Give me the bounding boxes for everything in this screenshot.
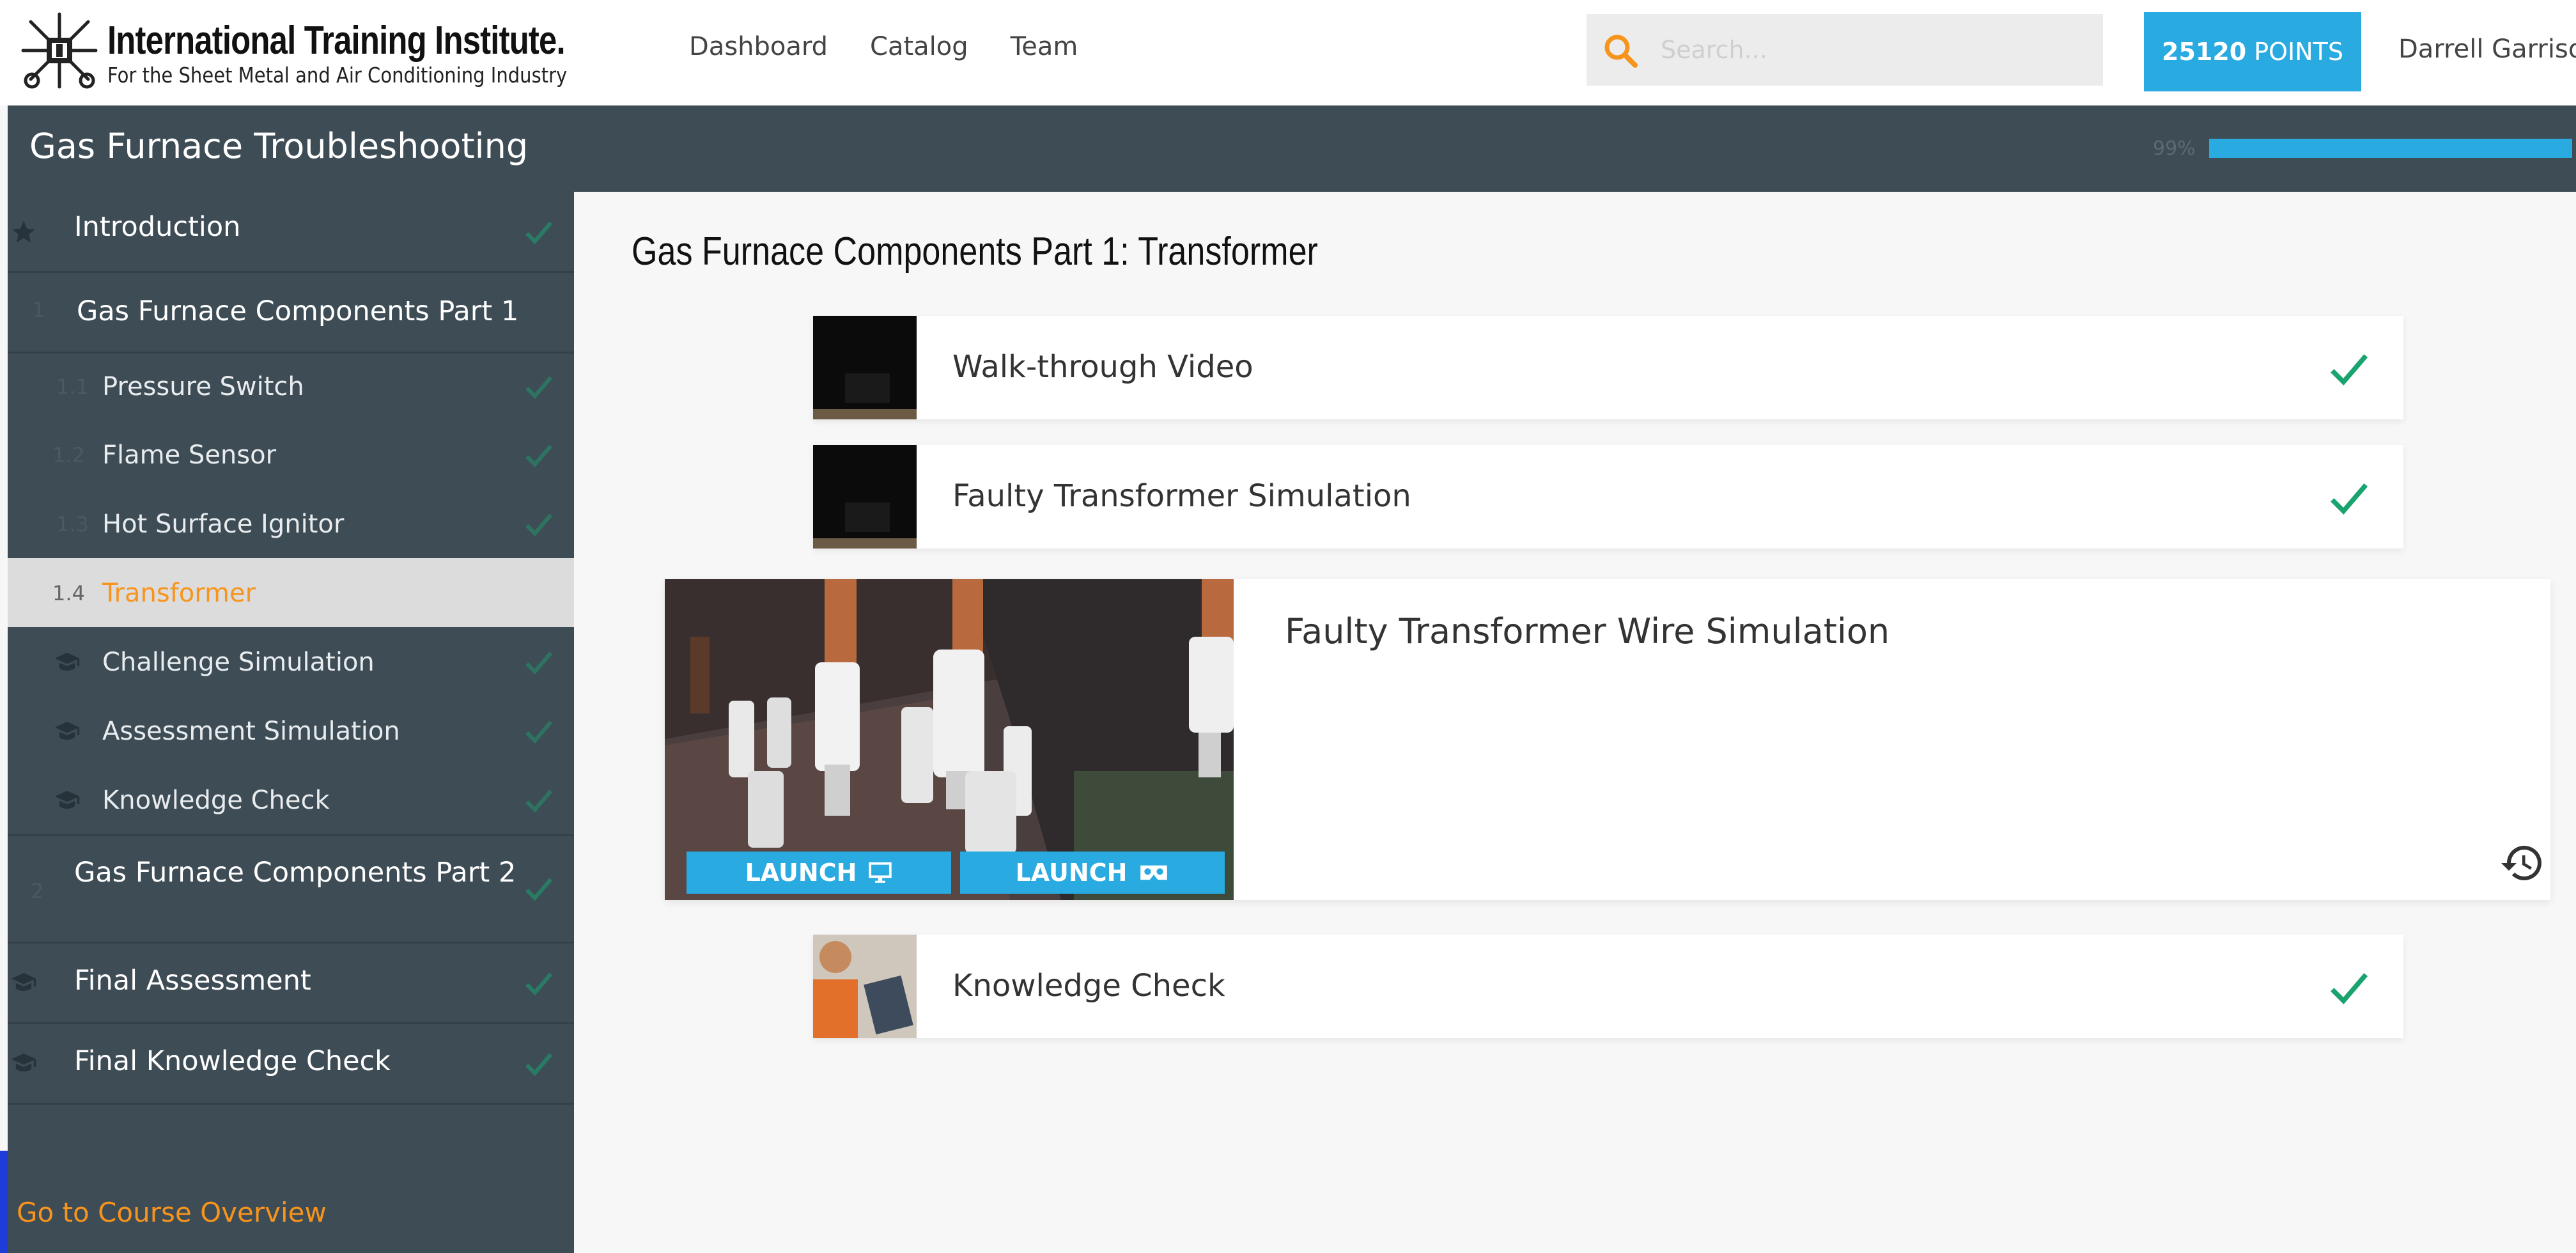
- activity-card-knowledge-check[interactable]: Knowledge Check: [813, 935, 2403, 1038]
- course-title: Gas Furnace Troubleshooting: [29, 126, 529, 166]
- sidebar-item-label: Knowledge Check: [102, 786, 330, 815]
- sidebar-item-pressure-switch[interactable]: 1.1 Pressure Switch: [8, 352, 574, 420]
- checkmark-icon: [525, 221, 553, 245]
- sidebar-item-label: Challenge Simulation: [102, 648, 375, 677]
- sidebar-item-challenge-simulation[interactable]: Challenge Simulation: [8, 627, 574, 696]
- module-number: 1: [32, 298, 45, 322]
- main-nav: Dashboard Catalog Team: [689, 32, 1078, 61]
- launch-vr-label: LAUNCH: [1015, 859, 1128, 887]
- points-badge[interactable]: 25120 POINTS: [2144, 12, 2361, 91]
- activity-card-faulty-transformer-wire-simulation[interactable]: LAUNCH LAUNCH Faulty Transformer Wire Si…: [665, 579, 2550, 900]
- graduation-cap-icon: [11, 1054, 36, 1071]
- sidebar-item-final-assessment[interactable]: Final Assessment: [8, 942, 574, 1024]
- iti-logo[interactable]: International Training Institute. For th…: [18, 9, 580, 92]
- sidebar-item-knowledge-check[interactable]: Knowledge Check: [8, 765, 574, 836]
- sidebar-item-hot-surface-ignitor[interactable]: 1.3 Hot Surface Ignitor: [8, 489, 574, 558]
- progress-bar: [2209, 139, 2576, 158]
- points-label: POINTS: [2254, 38, 2343, 66]
- course-overview-link[interactable]: Go to Course Overview: [17, 1197, 327, 1228]
- checkmark-icon: [525, 444, 553, 468]
- checkmark-icon: [525, 878, 553, 901]
- checkmark-icon: [2331, 483, 2368, 515]
- checkmark-icon: [525, 513, 553, 537]
- sidebar-item-introduction[interactable]: Introduction: [8, 192, 574, 273]
- history-icon[interactable]: [2499, 840, 2545, 886]
- sidebar-item-part-1[interactable]: 1 Gas Furnace Components Part 1: [8, 271, 574, 354]
- checkmark-icon: [2331, 973, 2368, 1004]
- checkmark-icon: [525, 651, 553, 675]
- activity-thumbnail: [813, 316, 917, 419]
- sidebar-item-label: Gas Furnace Components Part 1: [77, 295, 519, 327]
- activity-title: Faulty Transformer Wire Simulation: [1285, 611, 1890, 651]
- search-icon[interactable]: [1602, 32, 1640, 70]
- user-menu[interactable]: Darrell Garrison: [2398, 35, 2576, 64]
- activity-title: Faulty Transformer Simulation: [952, 478, 1411, 514]
- logo-title: International Training Institute.: [107, 19, 566, 63]
- activity-card-walkthrough-video[interactable]: Walk-through Video: [813, 316, 2403, 419]
- nav-team[interactable]: Team: [1011, 32, 1078, 61]
- launch-desktop-button[interactable]: LAUNCH: [687, 852, 951, 894]
- sidebar-item-label: Final Assessment: [74, 965, 311, 997]
- activity-thumbnail: [813, 445, 917, 549]
- activity-thumbnail: [813, 935, 917, 1038]
- checkmark-icon: [525, 376, 553, 400]
- launch-vr-button[interactable]: LAUNCH: [960, 852, 1225, 894]
- sidebar-item-part-2[interactable]: 2 Gas Furnace Components Part 2: [8, 834, 574, 944]
- sidebar-item-label: Transformer: [102, 579, 256, 608]
- checkmark-icon: [525, 790, 553, 813]
- checkmark-icon: [2331, 354, 2368, 385]
- graduation-cap-icon: [54, 722, 80, 740]
- sidebar-item-label: Final Knowledge Check: [74, 1045, 391, 1077]
- nav-dashboard[interactable]: Dashboard: [689, 32, 828, 61]
- course-sidebar: Introduction 1 Gas Furnace Components Pa…: [8, 192, 574, 1253]
- sidebar-item-label: Pressure Switch: [102, 372, 304, 401]
- star-icon: [12, 221, 35, 243]
- progress-percent: 99%: [2153, 137, 2196, 160]
- sidebar-item-label: Flame Sensor: [102, 440, 277, 470]
- checkmark-icon: [525, 1053, 553, 1077]
- sidebar-item-transformer[interactable]: 1.4 Transformer: [8, 558, 574, 627]
- sidebar-item-label: Assessment Simulation: [102, 717, 400, 746]
- points-value: 25120: [2162, 38, 2247, 66]
- nav-catalog[interactable]: Catalog: [870, 32, 968, 61]
- launch-desktop-label: LAUNCH: [745, 859, 857, 887]
- lesson-number: 1.3: [56, 512, 89, 536]
- activity-title: Knowledge Check: [952, 968, 1225, 1004]
- lesson-number: 1.1: [56, 375, 89, 399]
- activity-card-faulty-transformer-simulation[interactable]: Faulty Transformer Simulation: [813, 445, 2403, 549]
- simulation-preview: LAUNCH LAUNCH: [665, 579, 1234, 900]
- logo-subtitle: For the Sheet Metal and Air Conditioning…: [107, 63, 568, 88]
- section-title: Gas Furnace Components Part 1: Transform…: [632, 230, 1318, 274]
- sidebar-item-label: Hot Surface Ignitor: [102, 510, 345, 539]
- top-bar: International Training Institute. For th…: [0, 0, 2576, 105]
- window-edge: [0, 1151, 8, 1253]
- sidebar-item-label: Introduction: [74, 211, 241, 243]
- activity-title: Walk-through Video: [952, 349, 1253, 385]
- sidebar-item-label: Gas Furnace Components Part 2: [74, 857, 516, 889]
- checkmark-icon: [525, 720, 553, 744]
- sidebar-item-flame-sensor[interactable]: 1.2 Flame Sensor: [8, 420, 574, 489]
- graduation-cap-icon: [54, 653, 80, 671]
- lesson-number: 1.2: [52, 443, 85, 467]
- iti-logo-icon: [21, 12, 98, 89]
- course-header: Gas Furnace Troubleshooting 99%: [8, 105, 2576, 192]
- checkmark-icon: [525, 972, 553, 996]
- search-box[interactable]: Search...: [1587, 14, 2103, 86]
- sidebar-item-final-knowledge-check[interactable]: Final Knowledge Check: [8, 1022, 574, 1105]
- module-number: 2: [31, 879, 44, 903]
- graduation-cap-icon: [11, 973, 36, 991]
- monitor-icon: [869, 862, 892, 883]
- lesson-number: 1.4: [52, 581, 85, 605]
- vr-headset-icon: [1140, 865, 1168, 880]
- graduation-cap-icon: [54, 791, 80, 809]
- sidebar-item-assessment-simulation[interactable]: Assessment Simulation: [8, 696, 574, 765]
- progress-bar-fill: [2209, 139, 2573, 158]
- search-input[interactable]: Search...: [1661, 36, 1767, 64]
